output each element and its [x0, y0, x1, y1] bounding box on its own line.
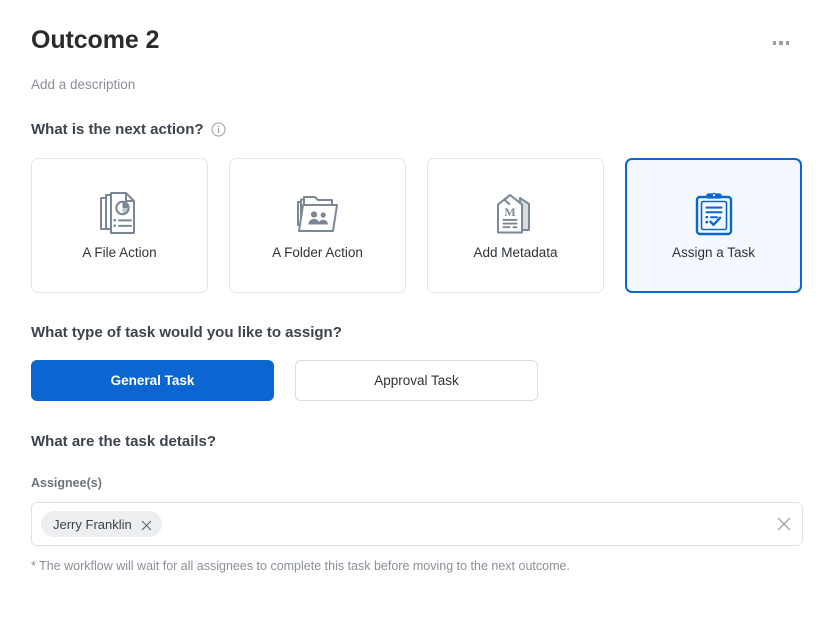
- assignee-chip-label: Jerry Franklin: [53, 517, 132, 532]
- action-card-folder[interactable]: A Folder Action: [229, 158, 406, 293]
- chip-close-icon[interactable]: [141, 519, 152, 530]
- more-options-icon[interactable]: [768, 30, 794, 56]
- task-details-question-label: What are the task details?: [31, 433, 216, 450]
- page-title: Outcome 2: [31, 24, 159, 56]
- assignee-field-label: Assignee(s): [31, 476, 803, 491]
- clipboard-check-icon: [693, 191, 735, 237]
- dot: [773, 41, 777, 45]
- next-action-question-label: What is the next action?: [31, 121, 204, 138]
- action-card-label: Assign a Task: [672, 245, 755, 261]
- assignee-chip[interactable]: Jerry Franklin: [41, 511, 162, 537]
- file-chart-icon: [98, 191, 142, 237]
- task-type-toggle-group: General Task Approval Task: [31, 360, 803, 401]
- description-input[interactable]: Add a description: [31, 77, 803, 93]
- action-card-list: A File Action: [31, 158, 803, 293]
- clear-assignees-icon[interactable]: [776, 516, 792, 532]
- info-icon[interactable]: [211, 122, 226, 137]
- task-type-question: What type of task would you like to assi…: [31, 324, 803, 341]
- task-details-question: What are the task details?: [31, 433, 803, 450]
- action-card-file[interactable]: A File Action: [31, 158, 208, 293]
- svg-text:M: M: [504, 205, 515, 219]
- approval-task-button[interactable]: Approval Task: [295, 360, 538, 401]
- dot: [779, 41, 783, 45]
- general-task-button[interactable]: General Task: [31, 360, 274, 401]
- action-card-label: Add Metadata: [473, 245, 557, 261]
- assignee-footnote: * The workflow will wait for all assigne…: [31, 558, 803, 574]
- panel-header: Outcome 2: [31, 0, 803, 56]
- folder-people-icon: [295, 191, 341, 237]
- action-card-assign-task[interactable]: Assign a Task: [625, 158, 802, 293]
- action-card-label: A Folder Action: [272, 245, 363, 261]
- metadata-tag-icon: M: [493, 191, 539, 237]
- action-card-metadata[interactable]: M Add Metadata: [427, 158, 604, 293]
- assignee-input[interactable]: Jerry Franklin: [31, 502, 803, 546]
- action-card-label: A File Action: [82, 245, 156, 261]
- next-action-question: What is the next action?: [31, 121, 803, 138]
- dot: [786, 41, 790, 45]
- task-type-question-label: What type of task would you like to assi…: [31, 324, 342, 341]
- outcome-editor-panel: Outcome 2 Add a description What is the …: [0, 0, 834, 638]
